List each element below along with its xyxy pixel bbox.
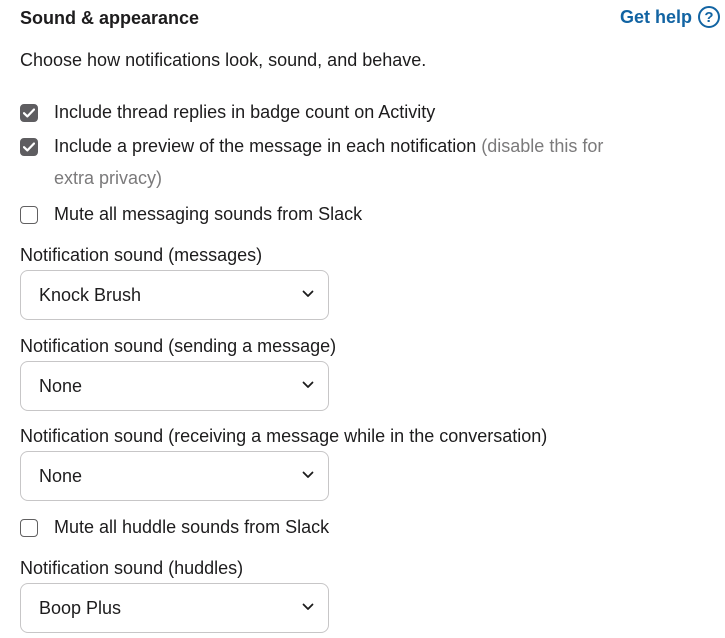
- get-help-label: Get help: [619, 6, 692, 27]
- question-circle-icon: ?: [698, 6, 720, 28]
- sending-sound-value: None: [39, 376, 83, 396]
- preview-label: Include a preview of the message in each…: [54, 136, 477, 156]
- mute-messaging-label: Mute all messaging sounds from Slack: [54, 204, 363, 224]
- chevron-down-icon: [302, 381, 314, 388]
- preview-option[interactable]: Include a preview of the message in each…: [20, 135, 700, 194]
- sending-sound-select[interactable]: None: [20, 361, 329, 411]
- chevron-down-icon: [302, 290, 314, 297]
- mute-messaging-checkbox[interactable]: [20, 206, 38, 224]
- receiving-sound-select[interactable]: None: [20, 451, 329, 501]
- badge-count-checkbox[interactable]: [20, 104, 38, 122]
- messages-sound-select[interactable]: Knock Brush: [20, 270, 329, 320]
- chevron-down-icon: [302, 471, 314, 478]
- chevron-down-icon: [302, 603, 314, 610]
- section-header: Sound & appearance Get help ?: [20, 6, 720, 34]
- mute-huddle-checkbox[interactable]: [20, 519, 38, 537]
- mute-messaging-option[interactable]: Mute all messaging sounds from Slack: [20, 203, 362, 230]
- messages-sound-value: Knock Brush: [39, 285, 142, 305]
- section-title: Sound & appearance: [20, 8, 200, 28]
- preview-checkbox[interactable]: [20, 138, 38, 156]
- get-help-link[interactable]: Get help ?: [620, 6, 720, 28]
- huddles-sound-select[interactable]: Boop Plus: [20, 583, 329, 633]
- preview-label-group: Include a preview of the message in each…: [54, 130, 603, 194]
- mute-huddle-label: Mute all huddle sounds from Slack: [54, 517, 330, 537]
- preview-hint-line2: extra privacy): [54, 168, 163, 188]
- mute-huddle-option[interactable]: Mute all huddle sounds from Slack: [20, 516, 329, 543]
- receiving-sound-value: None: [39, 466, 83, 486]
- checkmark-icon: [23, 108, 35, 118]
- badge-count-option[interactable]: Include thread replies in badge count on…: [20, 101, 435, 128]
- messages-sound-label: Notification sound (messages): [20, 245, 263, 265]
- sound-appearance-section: Sound & appearance Get help ? Choose how…: [0, 0, 725, 638]
- badge-count-label: Include thread replies in badge count on…: [54, 102, 436, 122]
- section-description: Choose how notifications look, sound, an…: [20, 50, 427, 70]
- preview-hint-line1: (disable this for: [481, 136, 604, 156]
- checkmark-icon: [23, 142, 35, 152]
- huddles-sound-value: Boop Plus: [39, 598, 122, 618]
- sending-sound-label: Notification sound (sending a message): [20, 336, 337, 356]
- huddles-sound-label: Notification sound (huddles): [20, 558, 244, 578]
- receiving-sound-label: Notification sound (receiving a message …: [20, 426, 548, 446]
